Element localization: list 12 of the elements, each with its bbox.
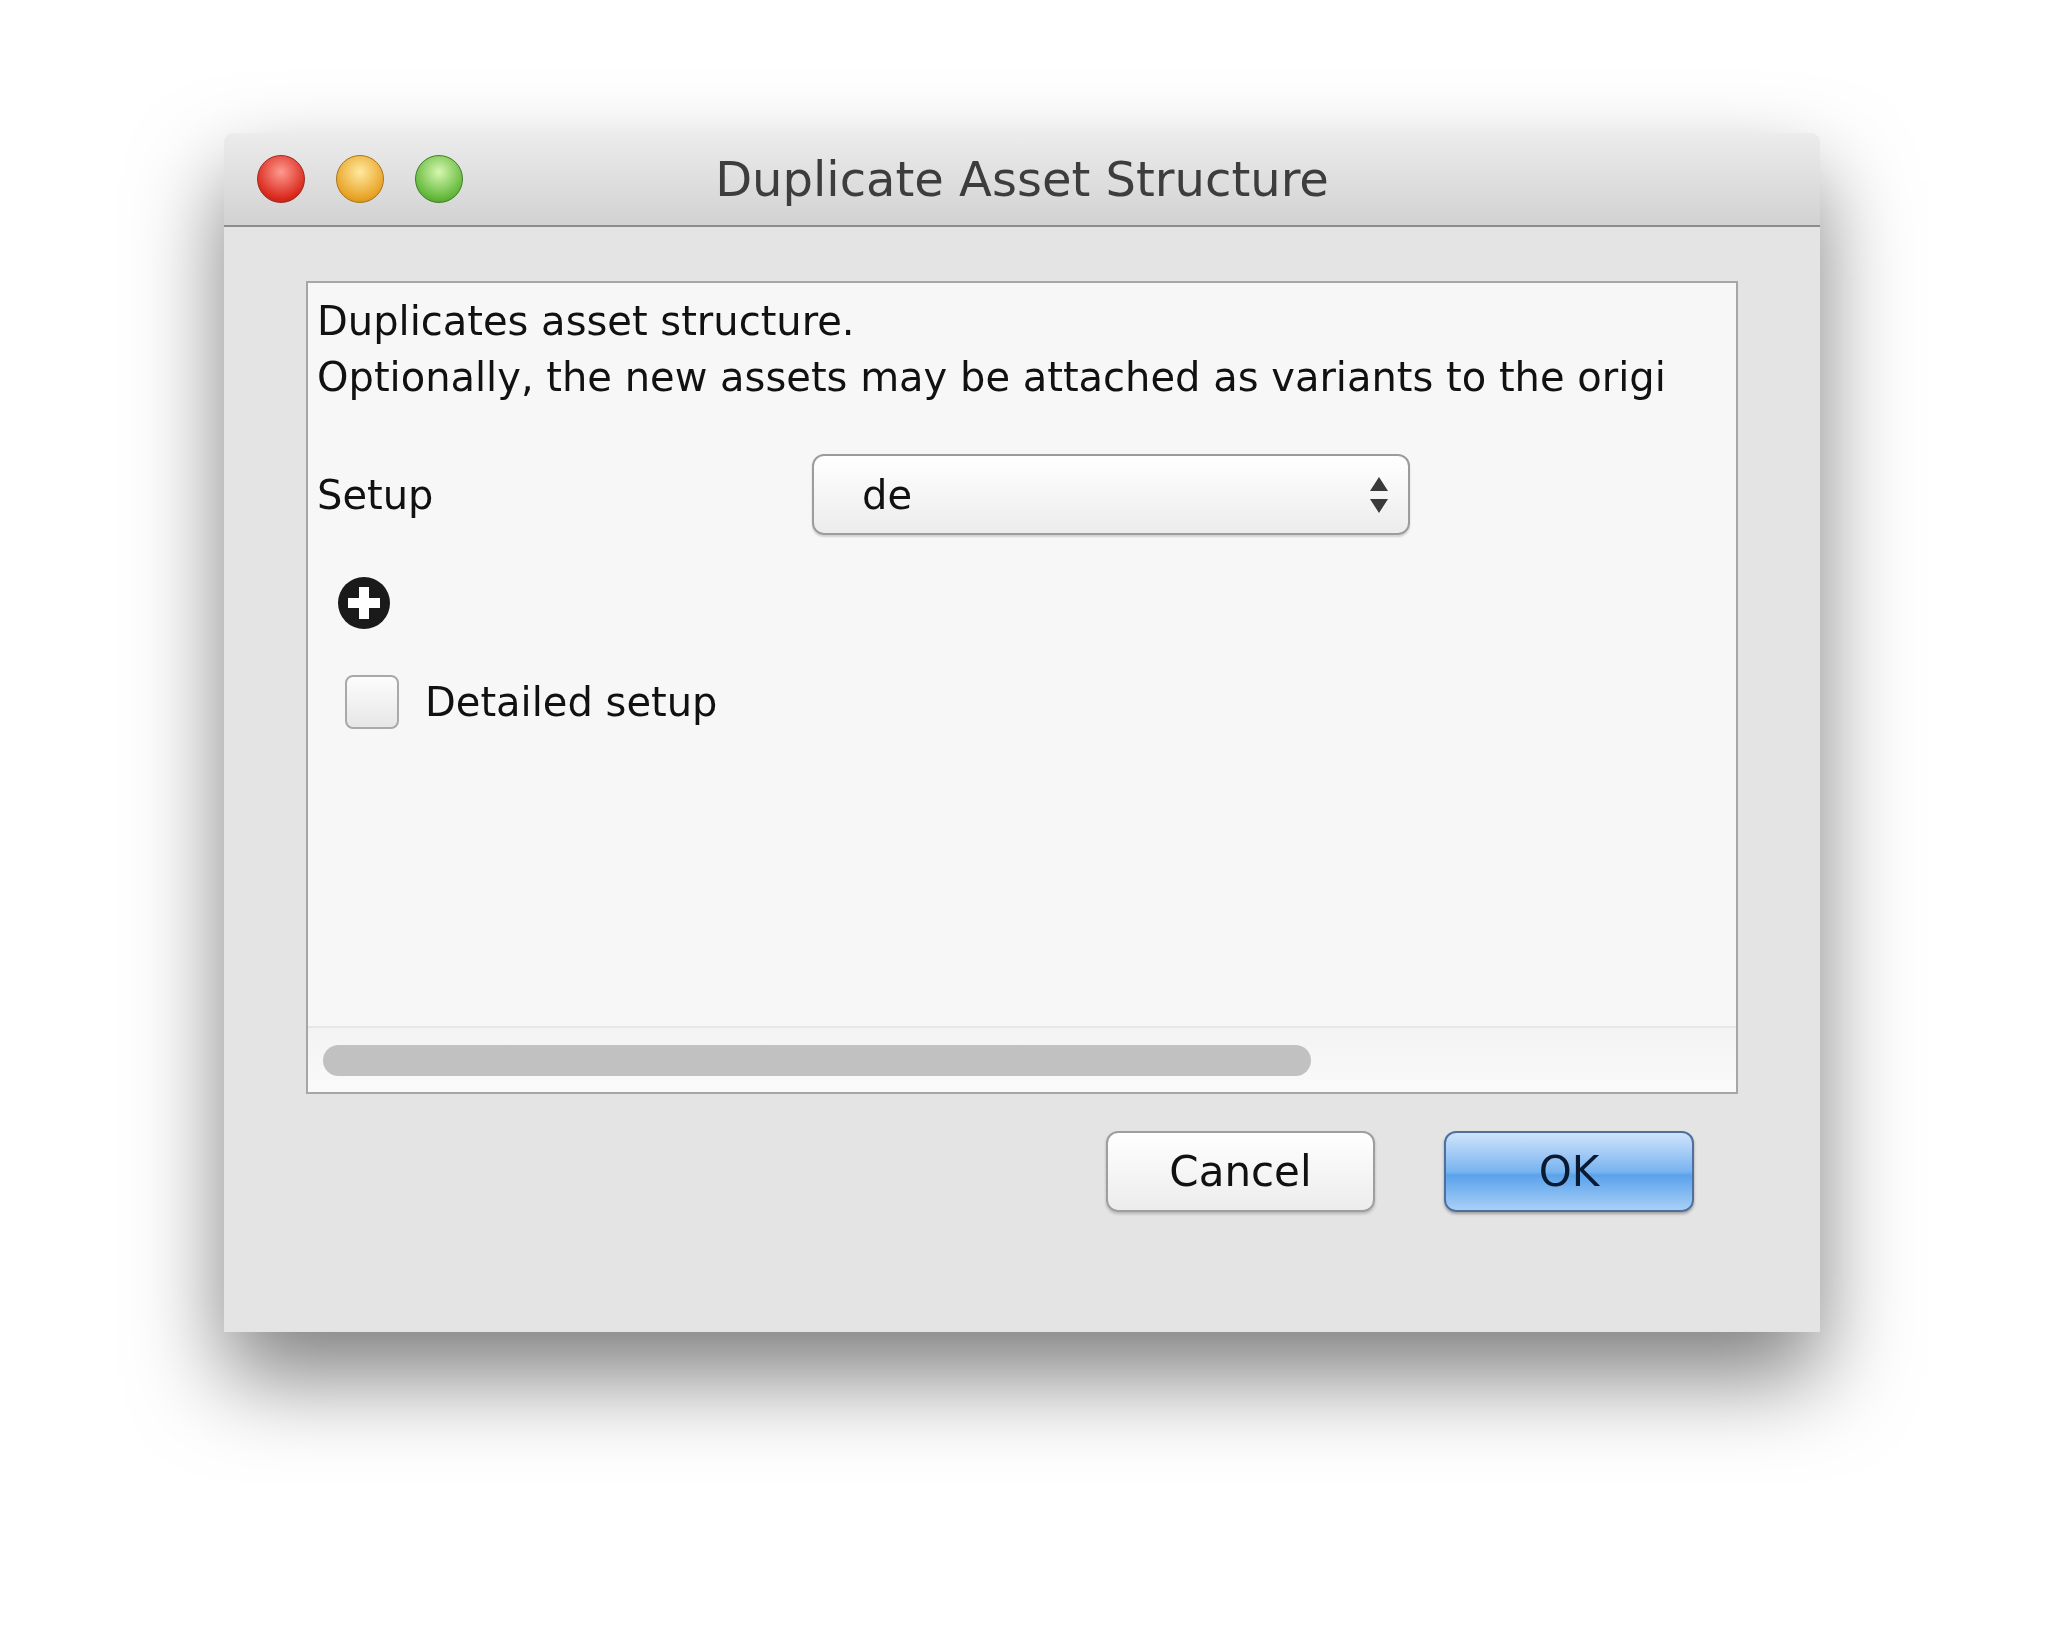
ok-button[interactable]: OK bbox=[1444, 1131, 1694, 1212]
plus-circle-icon[interactable] bbox=[338, 577, 390, 629]
minimize-button[interactable] bbox=[336, 155, 384, 203]
checkbox[interactable] bbox=[345, 675, 399, 729]
close-button[interactable] bbox=[257, 155, 305, 203]
setup-dropdown[interactable]: de bbox=[812, 454, 1410, 535]
scrollbar-thumb[interactable] bbox=[323, 1044, 1311, 1076]
description-text: Duplicates asset structure. bbox=[317, 297, 855, 346]
zoom-button[interactable] bbox=[415, 155, 463, 203]
up-down-arrows-icon bbox=[1370, 476, 1388, 513]
cancel-button[interactable]: Cancel bbox=[1106, 1131, 1375, 1212]
description-text: Optionally, the new assets may be attached as variants to the origi bbox=[317, 353, 1666, 402]
